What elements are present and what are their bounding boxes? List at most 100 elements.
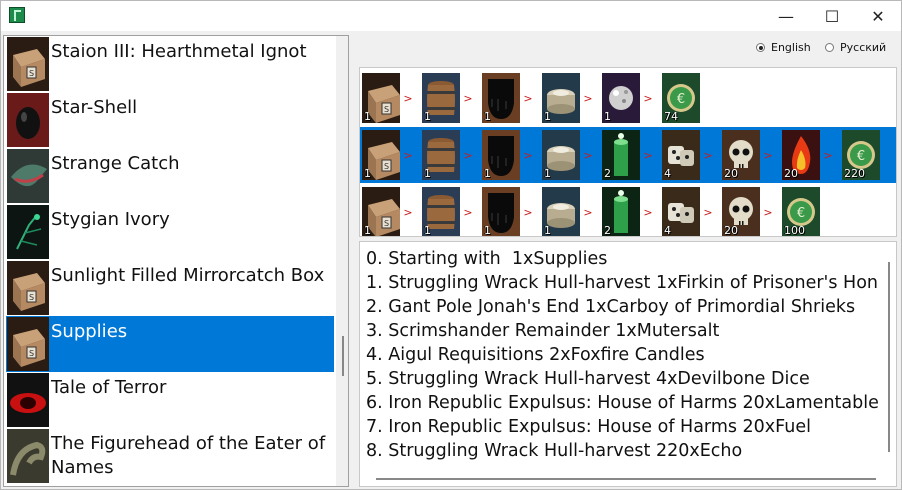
route-step[interactable]: 6. Iron Republic Expulsus: House of Harm… bbox=[366, 391, 878, 415]
minimize-button[interactable]: — bbox=[763, 1, 809, 31]
list-item[interactable]: Tale of Terror bbox=[6, 372, 334, 428]
route-item: 1 bbox=[482, 130, 520, 180]
maximize-button[interactable]: ☐ bbox=[809, 1, 855, 31]
route-item-quantity: 220 bbox=[844, 167, 865, 180]
route-arrow-icon: > bbox=[403, 92, 413, 105]
route-item-quantity: 1 bbox=[364, 110, 371, 123]
route-arrow-icon: > bbox=[583, 92, 593, 105]
route-arrow-icon: > bbox=[583, 206, 593, 219]
route-item-quantity: 20 bbox=[724, 224, 738, 237]
route-item-quantity: 1 bbox=[364, 167, 371, 180]
route-item: 1 bbox=[542, 73, 580, 123]
route-item-quantity: 1 bbox=[484, 110, 491, 123]
item-list-scrollbar[interactable] bbox=[336, 36, 348, 486]
svg-text:€: € bbox=[797, 206, 805, 221]
route-item: 1 bbox=[422, 130, 460, 180]
route-item: S1 bbox=[362, 73, 400, 123]
route-item-quantity: 1 bbox=[424, 110, 431, 123]
route-arrow-icon: > bbox=[523, 206, 533, 219]
crate-icon: S bbox=[7, 317, 49, 371]
route-arrow-icon: > bbox=[463, 206, 473, 219]
route-item: 4 bbox=[662, 187, 700, 237]
route-arrow-icon: > bbox=[703, 206, 713, 219]
route-step[interactable]: 2. Gant Pole Jonah's End 1xCarboy of Pri… bbox=[366, 295, 878, 319]
item-list-scrollbar-thumb[interactable] bbox=[342, 336, 344, 376]
route-item-quantity: 74 bbox=[664, 110, 678, 123]
close-button[interactable]: ✕ bbox=[855, 1, 901, 31]
route-list[interactable]: S 1 >1 >1 >1 >1 > €74 S 1 >1 >1 >1 >2 >4 >20 >20 > €220 S 1 >… bbox=[359, 67, 897, 237]
list-item[interactable]: The Figurehead of the Eater of Names bbox=[6, 428, 334, 484]
list-item-label: Supplies bbox=[51, 321, 128, 342]
route-item-quantity: 4 bbox=[664, 167, 671, 180]
radio-english[interactable] bbox=[756, 43, 765, 52]
red-eye-icon bbox=[7, 373, 49, 427]
list-item-label: Star-Shell bbox=[51, 97, 138, 118]
list-item-label: Staion III: Hearthmetal Ignot bbox=[51, 41, 307, 62]
route-item: €100 bbox=[782, 187, 820, 236]
steps-horizontal-scrollbar-thumb[interactable] bbox=[376, 478, 876, 480]
route-arrow-icon: > bbox=[583, 149, 593, 162]
language-english-option[interactable]: English bbox=[756, 41, 811, 54]
steps-vertical-scrollbar-thumb[interactable] bbox=[888, 262, 890, 452]
route-arrow-icon: > bbox=[763, 149, 773, 162]
route-item: 20 bbox=[722, 130, 760, 180]
list-item[interactable]: S Staion III: Hearthmetal Ignot bbox=[6, 36, 334, 92]
route-step[interactable]: 5. Struggling Wrack Hull-harvest 4xDevil… bbox=[366, 367, 878, 391]
svg-text:S: S bbox=[384, 105, 389, 114]
route-item: 1 bbox=[422, 73, 460, 123]
svg-text:S: S bbox=[384, 162, 389, 171]
language-russian-label: Русский bbox=[840, 41, 887, 54]
route-arrow-icon: > bbox=[463, 149, 473, 162]
route-steps-list[interactable]: 8. Struggling Wrack Hull-harvest 220xEch… bbox=[359, 241, 897, 487]
route-item: 1 bbox=[602, 73, 640, 123]
route-item: 1 bbox=[482, 187, 520, 236]
route-row[interactable]: S 1 >1 >1 >1 >1 > €74 bbox=[360, 70, 896, 126]
svg-text:€: € bbox=[857, 149, 865, 164]
route-item-quantity: 1 bbox=[364, 224, 371, 237]
route-arrow-icon: > bbox=[403, 206, 413, 219]
ivory-icon bbox=[7, 205, 49, 259]
route-row[interactable]: S 1 >1 >1 >1 >2 >4 >20 > €100 bbox=[360, 184, 896, 237]
list-item[interactable]: S Supplies bbox=[6, 316, 334, 372]
route-arrow-icon: > bbox=[523, 149, 533, 162]
route-arrow-icon: > bbox=[463, 92, 473, 105]
route-item: S1 bbox=[362, 130, 400, 180]
route-item-quantity: 1 bbox=[484, 167, 491, 180]
item-list[interactable]: The Figurehead of the Eater of Names Tale… bbox=[3, 35, 349, 487]
route-item: 20 bbox=[782, 130, 820, 180]
list-item[interactable]: Star-Shell bbox=[6, 92, 334, 148]
fish-icon bbox=[7, 149, 49, 203]
egg-icon bbox=[7, 93, 49, 147]
list-item[interactable]: S Sunlight Filled Mirrorcatch Box bbox=[6, 260, 334, 316]
list-item[interactable]: Strange Catch bbox=[6, 148, 334, 204]
route-arrow-icon: > bbox=[523, 92, 533, 105]
route-step[interactable]: 3. Scrimshander Remainder 1xMutersalt bbox=[366, 319, 878, 343]
route-item-quantity: 1 bbox=[604, 110, 611, 123]
route-item-quantity: 1 bbox=[544, 167, 551, 180]
route-item-quantity: 4 bbox=[664, 224, 671, 237]
route-arrow-icon: > bbox=[823, 149, 833, 162]
route-item-quantity: 2 bbox=[604, 167, 611, 180]
route-step[interactable]: 8. Struggling Wrack Hull-harvest 220xEch… bbox=[366, 439, 878, 463]
route-step[interactable]: 7. Iron Republic Expulsus: House of Harm… bbox=[366, 415, 878, 439]
serpent-icon bbox=[7, 429, 49, 483]
route-item-quantity: 1 bbox=[424, 224, 431, 237]
steps-vertical-scrollbar[interactable] bbox=[882, 242, 896, 486]
svg-text:S: S bbox=[29, 69, 34, 78]
list-item[interactable]: Stygian Ivory bbox=[6, 204, 334, 260]
route-item-quantity: 2 bbox=[604, 224, 611, 237]
route-step[interactable]: 4. Aigul Requisitions 2xFoxfire Candles bbox=[366, 343, 878, 367]
route-step[interactable]: 1. Struggling Wrack Hull-harvest 1xFirki… bbox=[366, 271, 878, 295]
route-arrow-icon: > bbox=[643, 149, 653, 162]
route-arrow-icon: > bbox=[643, 206, 653, 219]
title-bar: — ☐ ✕ bbox=[1, 1, 901, 31]
language-russian-option[interactable]: Русский bbox=[825, 41, 886, 54]
route-arrow-icon: > bbox=[403, 149, 413, 162]
route-item: 1 bbox=[482, 73, 520, 123]
radio-russian[interactable] bbox=[825, 43, 834, 52]
route-row[interactable]: S 1 >1 >1 >1 >2 >4 >20 >20 > €220 bbox=[360, 127, 896, 183]
route-step[interactable]: 0. Starting with 1xSupplies bbox=[366, 247, 878, 271]
svg-text:S: S bbox=[384, 219, 389, 228]
svg-text:S: S bbox=[29, 293, 34, 302]
language-english-label: English bbox=[771, 41, 811, 54]
